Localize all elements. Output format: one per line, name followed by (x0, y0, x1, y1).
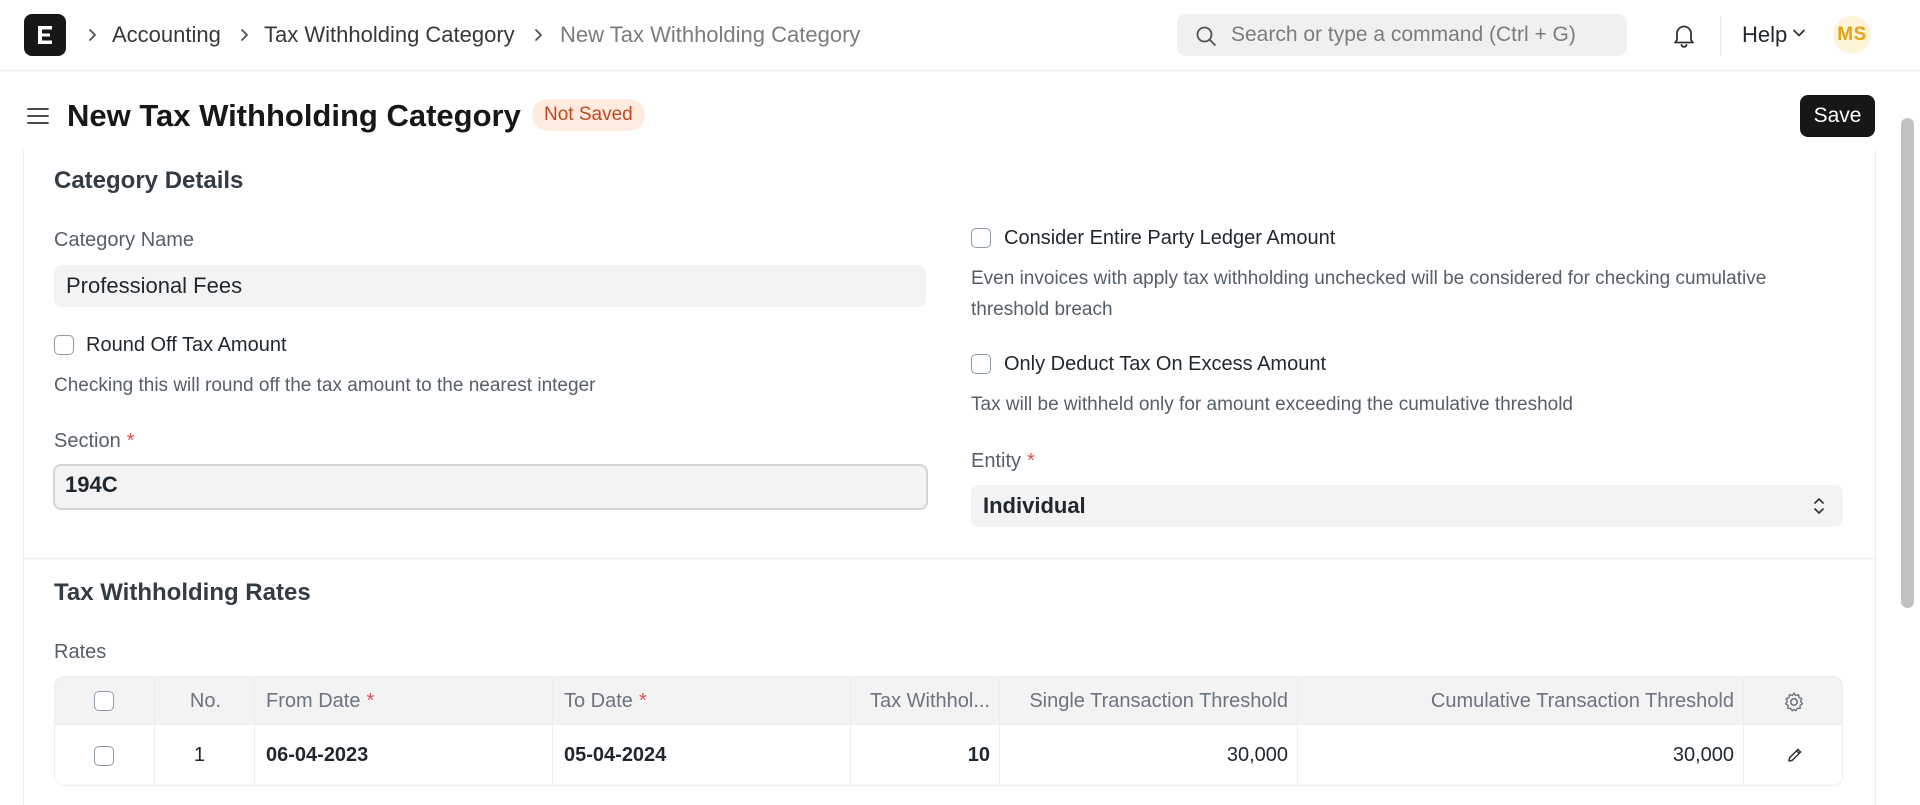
select-all-checkbox[interactable] (94, 691, 114, 711)
cell-single-threshold[interactable]: 30,000 (1000, 725, 1288, 785)
chevron-down-icon[interactable] (1792, 28, 1806, 38)
search-input[interactable] (1231, 14, 1611, 56)
avatar[interactable]: MS (1833, 16, 1871, 54)
consider-ledger-label[interactable]: Consider Entire Party Ledger Amount (1004, 226, 1335, 250)
column-divider (1743, 677, 1744, 785)
pencil-icon[interactable] (1786, 746, 1804, 764)
navbar-divider (1720, 16, 1721, 56)
round-off-help-text: Checking this will round off the tax amo… (54, 375, 596, 396)
consider-ledger-checkbox[interactable] (971, 228, 991, 248)
cell-cumulative-threshold[interactable]: 30,000 (1298, 725, 1734, 785)
breadcrumb-tax-withholding-category[interactable]: Tax Withholding Category (264, 22, 515, 48)
required-marker: * (638, 690, 647, 712)
round-off-label[interactable]: Round Off Tax Amount (86, 333, 287, 357)
gear-icon[interactable] (1783, 691, 1805, 713)
round-off-checkbox[interactable] (54, 335, 74, 355)
cell-tax-withholding-rate[interactable]: 10 (851, 725, 990, 785)
row-checkbox[interactable] (94, 746, 114, 766)
breadcrumb-accounting[interactable]: Accounting (112, 22, 221, 48)
rates-table: No. From Date * To Date * Tax Withhol... S… (54, 676, 1843, 786)
entity-label: Entity * (971, 450, 1035, 472)
chevron-right-icon (89, 29, 96, 41)
breadcrumb-current: New Tax Withholding Category (560, 22, 861, 47)
rates-table-label: Rates (54, 641, 107, 663)
only-deduct-help-text: Tax will be withheld only for amount exc… (971, 394, 1573, 415)
column-header-from-date[interactable]: From Date * (266, 677, 546, 725)
column-divider (254, 677, 255, 785)
page-scrollbar[interactable] (1901, 118, 1914, 608)
required-marker: * (126, 430, 135, 452)
entity-select-value: Individual (983, 493, 1086, 518)
column-divider (552, 677, 553, 785)
hamburger-icon[interactable] (26, 104, 50, 128)
bell-icon[interactable] (1670, 21, 1698, 49)
save-button[interactable]: Save (1800, 95, 1875, 137)
page-title: New Tax Withholding Category (67, 98, 521, 133)
status-badge: Not Saved (532, 99, 645, 131)
section-divider (23, 558, 1876, 559)
only-deduct-checkbox[interactable] (971, 354, 991, 374)
column-header-to-date[interactable]: To Date * (564, 677, 844, 725)
select-arrows-icon (1814, 498, 1824, 514)
section-title-category-details: Category Details (54, 167, 244, 194)
cell-from-date[interactable]: 06-04-2023 (266, 725, 546, 785)
help-menu[interactable]: Help (1742, 22, 1787, 48)
cell-no: 1 (193, 744, 205, 766)
section-label: Section * (54, 430, 135, 452)
entity-select[interactable]: Individual (971, 485, 1843, 527)
section-field[interactable]: 194C (53, 464, 928, 510)
app-logo-icon[interactable] (24, 14, 66, 56)
cell-to-date[interactable]: 05-04-2024 (564, 725, 844, 785)
search-icon (1196, 26, 1216, 46)
category-name-label: Category Name (54, 229, 195, 251)
column-header-tax-withholding-rate[interactable]: Tax Withhol... (851, 677, 990, 725)
required-marker: * (366, 690, 375, 712)
section-title-tax-withholding-rates: Tax Withholding Rates (54, 579, 311, 606)
category-name-field[interactable]: Professional Fees (54, 265, 926, 307)
only-deduct-label[interactable]: Only Deduct Tax On Excess Amount (1004, 352, 1326, 376)
search-bar[interactable] (1177, 14, 1627, 56)
top-navbar: Accounting Tax Withholding Category New … (0, 0, 1920, 71)
column-header-single-threshold[interactable]: Single Transaction Threshold (1000, 677, 1288, 725)
required-marker: * (1027, 450, 1035, 472)
chevron-right-icon (535, 29, 542, 41)
chevron-right-icon (241, 29, 248, 41)
column-header-cumulative-threshold[interactable]: Cumulative Transaction Threshold (1298, 677, 1734, 725)
consider-ledger-help-text: Even invoices with apply tax withholding… (971, 268, 1767, 320)
column-header-no: No. (189, 690, 221, 712)
